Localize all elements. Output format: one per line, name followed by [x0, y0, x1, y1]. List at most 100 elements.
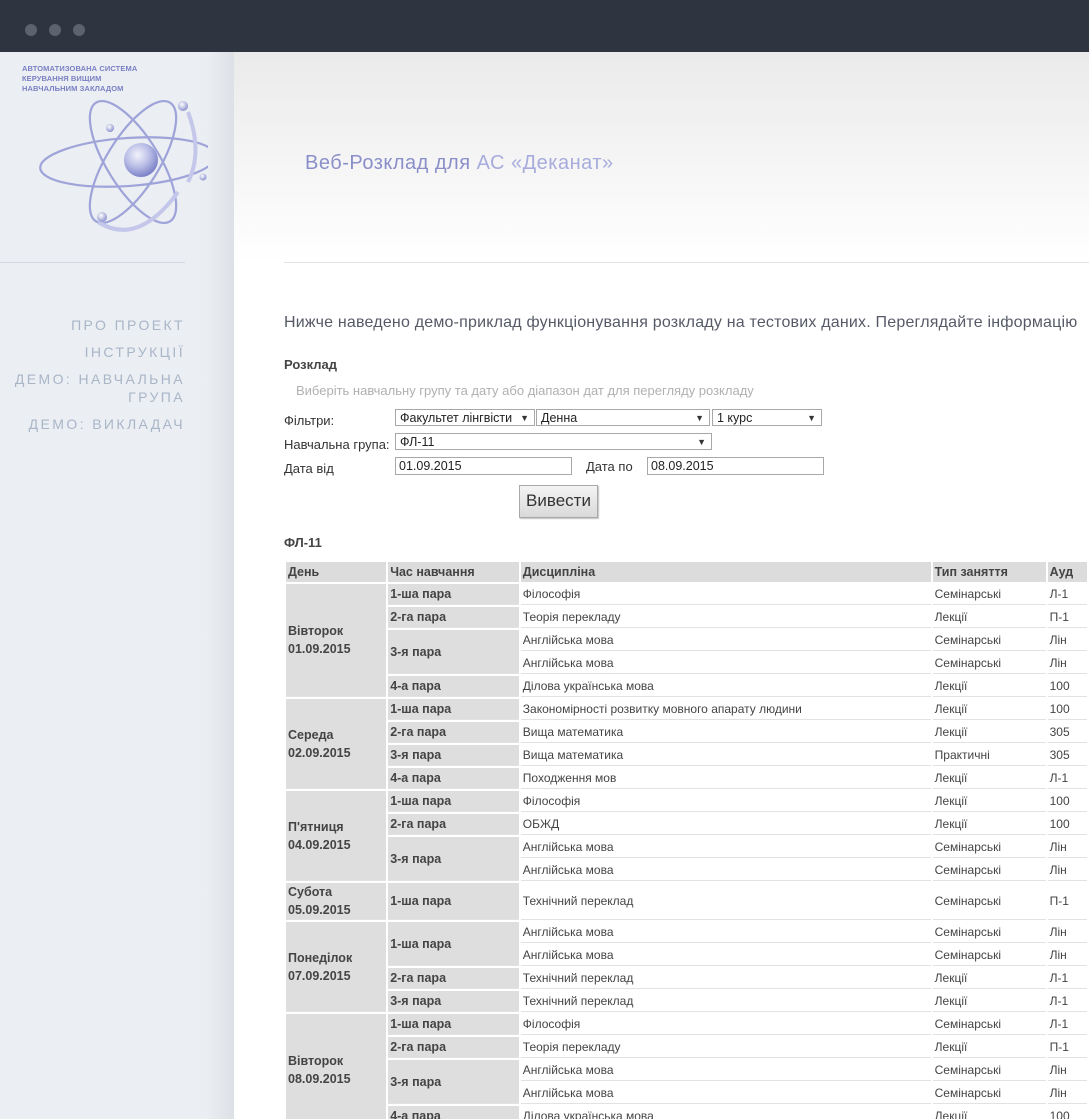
lesson-type-cell: Семінарські [932, 945, 1046, 966]
subject-cell: Англійська мова [520, 630, 931, 651]
day-cell: П'ятниця 04.09.2015 [286, 791, 387, 881]
subject-cell: Закономірності розвитку мовного апарату … [520, 699, 931, 720]
day-date: 01.09.2015 [288, 642, 351, 656]
lesson-type-cell: Семінарські [932, 837, 1046, 858]
schedule-table-body: Вівторок 01.09.2015 1-ша пара Філософія Семі… [286, 584, 1087, 1119]
column-header-subject: Дисципліна [520, 562, 931, 582]
day-cell: Вівторок 01.09.2015 [286, 584, 387, 697]
lesson-type-cell: Семінарські [932, 1083, 1046, 1104]
time-cell: 2-га пара [388, 1037, 519, 1058]
column-header-type: Тип заняття [932, 562, 1046, 582]
subject-cell: Англійська мова [520, 922, 931, 943]
subject-cell: Теорія перекладу [520, 607, 931, 628]
room-cell: Лін [1047, 860, 1087, 881]
time-cell: 1-ша пара [388, 791, 519, 812]
nav-demo-teacher-link[interactable]: ДЕМО: ВИКЛАДАЧ [0, 415, 185, 433]
room-cell: Лін [1047, 945, 1087, 966]
window-titlebar [0, 0, 1089, 52]
subject-cell: Англійська мова [520, 860, 931, 881]
schedule-table: День Час навчання Дисципліна Тип заняття… [284, 560, 1089, 1119]
lesson-type-cell: Лекції [932, 791, 1046, 812]
window-maximize-dot[interactable] [73, 24, 85, 36]
subject-cell: Вища математика [520, 745, 931, 766]
sidebar-nav: ПРО ПРОЕКТ ІНСТРУКЦІЇ ДЕМО: НАВЧАЛЬНА ГР… [0, 316, 185, 442]
date-from-input[interactable]: 01.09.2015 [395, 457, 572, 475]
faculty-select[interactable]: Факультет лінгвісти ▼ [395, 409, 535, 426]
room-cell: Лін [1047, 837, 1087, 858]
sidebar-divider [0, 262, 185, 263]
day-name: П'ятниця [288, 819, 344, 834]
header-divider [284, 262, 1089, 263]
day-date: 07.09.2015 [288, 968, 351, 983]
time-cell: 2-га пара [388, 607, 519, 628]
nav-about-link[interactable]: ПРО ПРОЕКТ [0, 316, 185, 334]
lesson-type-cell: Семінарські [932, 860, 1046, 881]
table-row: 2-га пара Вища математика Лекції 305 [286, 722, 1087, 743]
window-minimize-dot[interactable] [49, 24, 61, 36]
time-cell: 3-я пара [388, 1060, 519, 1104]
day-date: 08.09.2015 [288, 1072, 351, 1086]
room-cell: 100 [1047, 791, 1087, 812]
lesson-type-cell: Лекції [933, 1106, 1046, 1119]
chevron-down-icon: ▼ [520, 413, 529, 423]
subject-cell: Філософія [520, 791, 931, 812]
window-close-dot[interactable] [25, 24, 37, 36]
room-cell: 100 [1048, 1106, 1087, 1119]
column-header-room: Ауд [1047, 562, 1087, 582]
table-row: 3-я пара Англійська мова Семінарські Лін [286, 1060, 1087, 1104]
date-from-label: Дата від [284, 461, 334, 476]
day-cell: Субота 05.09.2015 [286, 883, 387, 920]
chevron-down-icon: ▼ [695, 413, 704, 423]
intro-text: Нижче наведено демо-приклад функціонуван… [284, 314, 1078, 331]
room-cell: 100 [1047, 676, 1087, 697]
time-cell: 4-а пара [388, 676, 519, 697]
room-cell: П-1 [1047, 1037, 1087, 1058]
lesson-type-cell: Семінарські [932, 922, 1046, 943]
room-cell: Л-1 [1047, 968, 1087, 989]
time-cell: 1-ша пара [388, 1014, 519, 1035]
subject-cell: Вища математика [520, 722, 931, 743]
page-title-highlight: АС «Деканат» [476, 152, 614, 174]
nav-demo-group-link[interactable]: ДЕМО: НАВЧАЛЬНА ГРУПА [0, 370, 185, 406]
room-cell: Лін [1047, 922, 1087, 943]
day-date: 04.09.2015 [288, 837, 351, 852]
group-select-value: ФЛ-11 [400, 435, 435, 449]
room-cell: 305 [1047, 722, 1087, 743]
nav-instructions-link[interactable]: ІНСТРУКЦІЇ [0, 343, 185, 361]
lesson-type-cell: Лекції [932, 607, 1046, 628]
table-row: Вівторок 01.09.2015 1-ша пара Філософія Семі… [286, 584, 1087, 697]
day-name: Субота [288, 885, 333, 899]
date-to-input[interactable]: 08.09.2015 [647, 457, 824, 475]
filters-label: Фільтри: [284, 413, 335, 428]
room-cell: Л-1 [1047, 991, 1087, 1012]
day-date: 02.09.2015 [288, 745, 351, 760]
table-row: 4-а пара Ділова українська мова Лекції 100 [286, 676, 1087, 697]
table-row: Понеділок 07.09.2015 1-ша пара Англійська м… [286, 922, 1087, 1012]
time-cell: 1-ша пара [388, 883, 519, 920]
column-header-day: День [286, 562, 387, 582]
lesson-type-cell: Семінарські [932, 1060, 1046, 1081]
group-select[interactable]: ФЛ-11 ▼ [395, 433, 712, 450]
room-cell: 305 [1047, 745, 1087, 766]
table-row: 2-га пара Технічний переклад Лекції Л-1 [286, 968, 1087, 989]
subject-cell: Англійська мова [520, 653, 931, 674]
table-row: П'ятниця 04.09.2015 1-ша пара Філософія Лекц… [286, 791, 1087, 881]
lesson-type-cell: Лекції [932, 768, 1046, 789]
day-name: Понеділок [288, 950, 353, 965]
lesson-type-cell: Лекції [932, 676, 1046, 697]
day-name: Вівторок [288, 624, 344, 638]
course-select[interactable]: 1 курс ▼ [712, 409, 822, 426]
subject-cell: Філософія [520, 1014, 931, 1035]
table-row: 3-я пара Вища математика Практичні 305 [286, 745, 1087, 766]
table-row: 3-я пара Технічний переклад Лекції Л-1 [286, 991, 1087, 1012]
column-header-time: Час навчання [388, 562, 519, 582]
lesson-type-cell: Семінарські [932, 653, 1046, 674]
room-cell: Лін [1047, 1083, 1087, 1104]
subject-cell: Технічний переклад [520, 883, 931, 920]
day-date: 05.09.2015 [288, 903, 351, 917]
schedule-hint: Виберіть навчальну групу та дату або діа… [296, 383, 754, 398]
table-row: 3-я пара Англійська мова Семінарські Лін [286, 630, 1087, 674]
room-cell: П-1 [1047, 883, 1087, 920]
submit-button[interactable]: Вивести [519, 485, 598, 518]
study-form-select[interactable]: Денна ▼ [536, 409, 710, 426]
